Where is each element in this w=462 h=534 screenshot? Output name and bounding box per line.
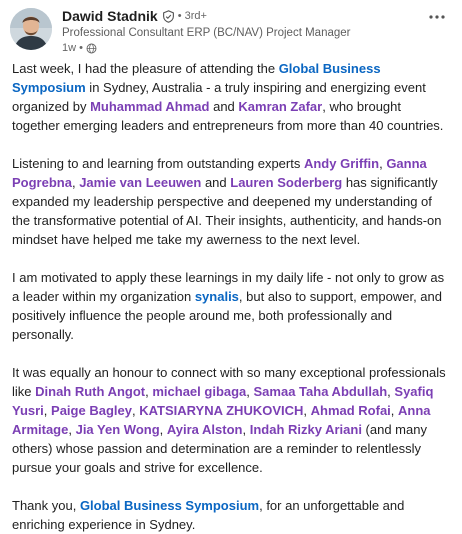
mention-person-link[interactable]: Indah Rizky Ariani [250, 422, 362, 437]
mention-company-link[interactable]: Global Business Symposium [80, 498, 259, 513]
post-time: 1w [62, 42, 77, 54]
mention-person-link[interactable]: Ahmad Rofai [311, 403, 391, 418]
post-paragraph: It was equally an honour to connect with… [12, 363, 452, 477]
post-text-run: , [303, 403, 311, 418]
meta-separator: • [79, 42, 83, 54]
more-horizontal-icon [429, 15, 445, 19]
mention-person-link[interactable]: Lauren Soderberg [230, 175, 342, 190]
mention-person-link[interactable]: Kamran Zafar [238, 99, 322, 114]
post-meta: 1w • [62, 41, 414, 55]
mention-person-link[interactable]: Ayira Alston [167, 422, 243, 437]
mention-person-link[interactable]: Paige Bagley [51, 403, 132, 418]
post-text-run: Listening to and learning from outstandi… [12, 156, 304, 171]
mention-company-link[interactable]: synalis [195, 289, 239, 304]
post-text-run: , [390, 403, 399, 418]
post-text-run: , [242, 422, 250, 437]
post-text-run: , [246, 384, 254, 399]
post-text-run: , [159, 422, 167, 437]
mention-person-link[interactable]: Samaa Taha Abdullah [254, 384, 388, 399]
author-name[interactable]: Dawid Stadnik [62, 8, 158, 24]
post-text: Last week, I had the pleasure of attendi… [12, 59, 452, 534]
post-text-run: Last week, I had the pleasure of attendi… [12, 61, 279, 76]
mention-person-link[interactable]: michael gibaga [152, 384, 246, 399]
author-block: Dawid Stadnik • 3rd+ Professional Consul… [62, 6, 414, 55]
post-header: Dawid Stadnik • 3rd+ Professional Consul… [10, 6, 454, 54]
mention-person-link[interactable]: Muhammad Ahmad [90, 99, 209, 114]
post-paragraph: Last week, I had the pleasure of attendi… [12, 59, 452, 135]
author-headline: Professional Consultant ERP (BC/NAV) Pro… [62, 27, 351, 39]
more-options-button[interactable] [424, 8, 450, 26]
post-text-run: , [43, 403, 52, 418]
mention-person-link[interactable]: Jamie van Leeuwen [79, 175, 201, 190]
post-paragraph: Thank you, Global Business Symposium, fo… [12, 496, 452, 534]
mention-person-link[interactable]: Jia Yen Wong [76, 422, 160, 437]
post-text-run: and [201, 175, 231, 190]
post-card: Dawid Stadnik • 3rd+ Professional Consul… [0, 0, 462, 532]
mention-person-link[interactable]: Dinah Ruth Angot [35, 384, 145, 399]
post-text-run: , [68, 422, 76, 437]
post-text-run: Thank you, [12, 498, 80, 513]
mention-person-link[interactable]: Andy Griffin [304, 156, 379, 171]
mention-person-link[interactable]: KATSIARYNA ZHUKOVICH [139, 403, 303, 418]
connection-degree: • 3rd+ [177, 10, 207, 22]
globe-icon [86, 43, 97, 54]
post-text-run: and [209, 99, 239, 114]
verified-shield-icon [162, 9, 175, 23]
post-paragraph: I am motivated to apply these learnings … [12, 268, 452, 344]
post-paragraph: Listening to and learning from outstandi… [12, 154, 452, 249]
avatar[interactable] [10, 8, 52, 50]
